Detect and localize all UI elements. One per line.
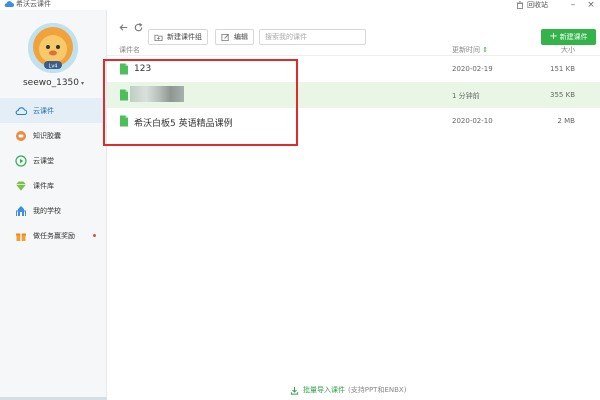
close-button[interactable]: × bbox=[582, 0, 600, 10]
level-badge: Lv4 bbox=[49, 64, 58, 70]
sidebar-item-cloud-courseware[interactable]: 云课件 bbox=[0, 98, 107, 123]
column-header-date[interactable]: 更新时间 ⇕ bbox=[452, 45, 488, 55]
refresh-icon[interactable] bbox=[132, 21, 144, 33]
file-date: 2020-02-10 bbox=[452, 117, 493, 125]
sidebar-item-my-school[interactable]: 我的学校 bbox=[0, 198, 107, 223]
batch-import-label: 批量导入课件 bbox=[303, 386, 345, 394]
search-placeholder: 搜索我的课件 bbox=[265, 33, 307, 41]
sidebar: Lv4 seewo_1350 ▾ 云课件 知识胶囊 云课堂 课件库 我的学校 做… bbox=[0, 10, 107, 400]
sidebar-item-cloud-class[interactable]: 云课堂 bbox=[0, 148, 107, 173]
sidebar-item-label: 云课堂 bbox=[33, 156, 54, 165]
gift-icon bbox=[15, 230, 27, 242]
app-title: 希沃云课件 bbox=[16, 0, 51, 8]
column-header-name[interactable]: 课件名 bbox=[119, 45, 140, 55]
sort-icon: ⇕ bbox=[482, 46, 489, 54]
cloud-icon bbox=[15, 105, 27, 117]
sidebar-item-label: 课件库 bbox=[33, 181, 54, 190]
window-controls: 回收站 – × bbox=[516, 0, 600, 10]
edit-label: 编辑 bbox=[234, 33, 248, 41]
file-size: 355 KB bbox=[550, 91, 575, 99]
file-date: 2020-02-19 bbox=[452, 65, 493, 73]
school-icon bbox=[15, 205, 27, 217]
new-group-label: 新建课件组 bbox=[167, 33, 202, 41]
notification-dot bbox=[93, 234, 96, 237]
minimize-button[interactable]: – bbox=[564, 0, 582, 10]
sidebar-nav: 云课件 知识胶囊 云课堂 课件库 我的学校 做任务赢奖励 bbox=[0, 98, 107, 248]
app-window: 希沃云课件 回收站 – × Lv4 seewo_1350 ▾ 云课件 知识胶囊 … bbox=[0, 0, 600, 400]
back-arrow-icon[interactable] bbox=[117, 21, 129, 33]
sidebar-item-knowledge-capsule[interactable]: 知识胶囊 bbox=[0, 123, 107, 148]
folder-plus-icon bbox=[154, 34, 163, 41]
caret-down-icon: ▾ bbox=[81, 80, 85, 87]
sidebar-item-label: 知识胶囊 bbox=[33, 131, 61, 140]
import-icon bbox=[290, 386, 299, 395]
cloud-logo-icon bbox=[4, 1, 14, 8]
sidebar-item-courseware-library[interactable]: 课件库 bbox=[0, 173, 107, 198]
file-size: 151 KB bbox=[550, 65, 575, 73]
column-header-date-label: 更新时间 bbox=[452, 46, 480, 54]
file-size: 2 MB bbox=[557, 117, 575, 125]
highlight-annotation-box bbox=[103, 59, 298, 146]
trash-icon bbox=[516, 1, 524, 9]
batch-import-link[interactable]: 批量导入课件 (支持PPT和ENBX) bbox=[290, 385, 406, 395]
column-header-size[interactable]: 大小 bbox=[561, 45, 575, 55]
sidebar-item-label: 云课件 bbox=[33, 106, 54, 115]
username[interactable]: seewo_1350 ▾ bbox=[0, 78, 107, 88]
title-bar: 希沃云课件 回收站 – × bbox=[0, 0, 600, 10]
avatar[interactable]: Lv4 bbox=[28, 23, 78, 73]
sidebar-item-label: 我的学校 bbox=[33, 206, 61, 215]
file-date: 1 分钟前 bbox=[452, 92, 480, 100]
play-icon bbox=[15, 154, 27, 167]
username-label: seewo_1350 bbox=[22, 78, 80, 88]
capsule-icon bbox=[15, 130, 27, 142]
recycle-bin-button[interactable]: 回收站 bbox=[516, 0, 548, 10]
edit-icon bbox=[221, 33, 229, 41]
diamond-icon bbox=[15, 180, 27, 192]
plus-icon: + bbox=[549, 31, 558, 42]
sidebar-item-label: 做任务赢奖励 bbox=[33, 231, 75, 240]
sidebar-item-tasks-rewards[interactable]: 做任务赢奖励 bbox=[0, 223, 107, 248]
table-header: 课件名 更新时间 ⇕ 大小 bbox=[107, 42, 600, 56]
batch-import-note: (支持PPT和ENBX) bbox=[348, 386, 407, 394]
recycle-bin-label: 回收站 bbox=[527, 1, 548, 9]
new-courseware-label: 新建课件 bbox=[559, 33, 588, 41]
toolbar: 新建课件组 编辑 搜索我的课件 + 新建课件 bbox=[107, 10, 600, 45]
lion-avatar-icon: Lv4 bbox=[28, 23, 78, 73]
